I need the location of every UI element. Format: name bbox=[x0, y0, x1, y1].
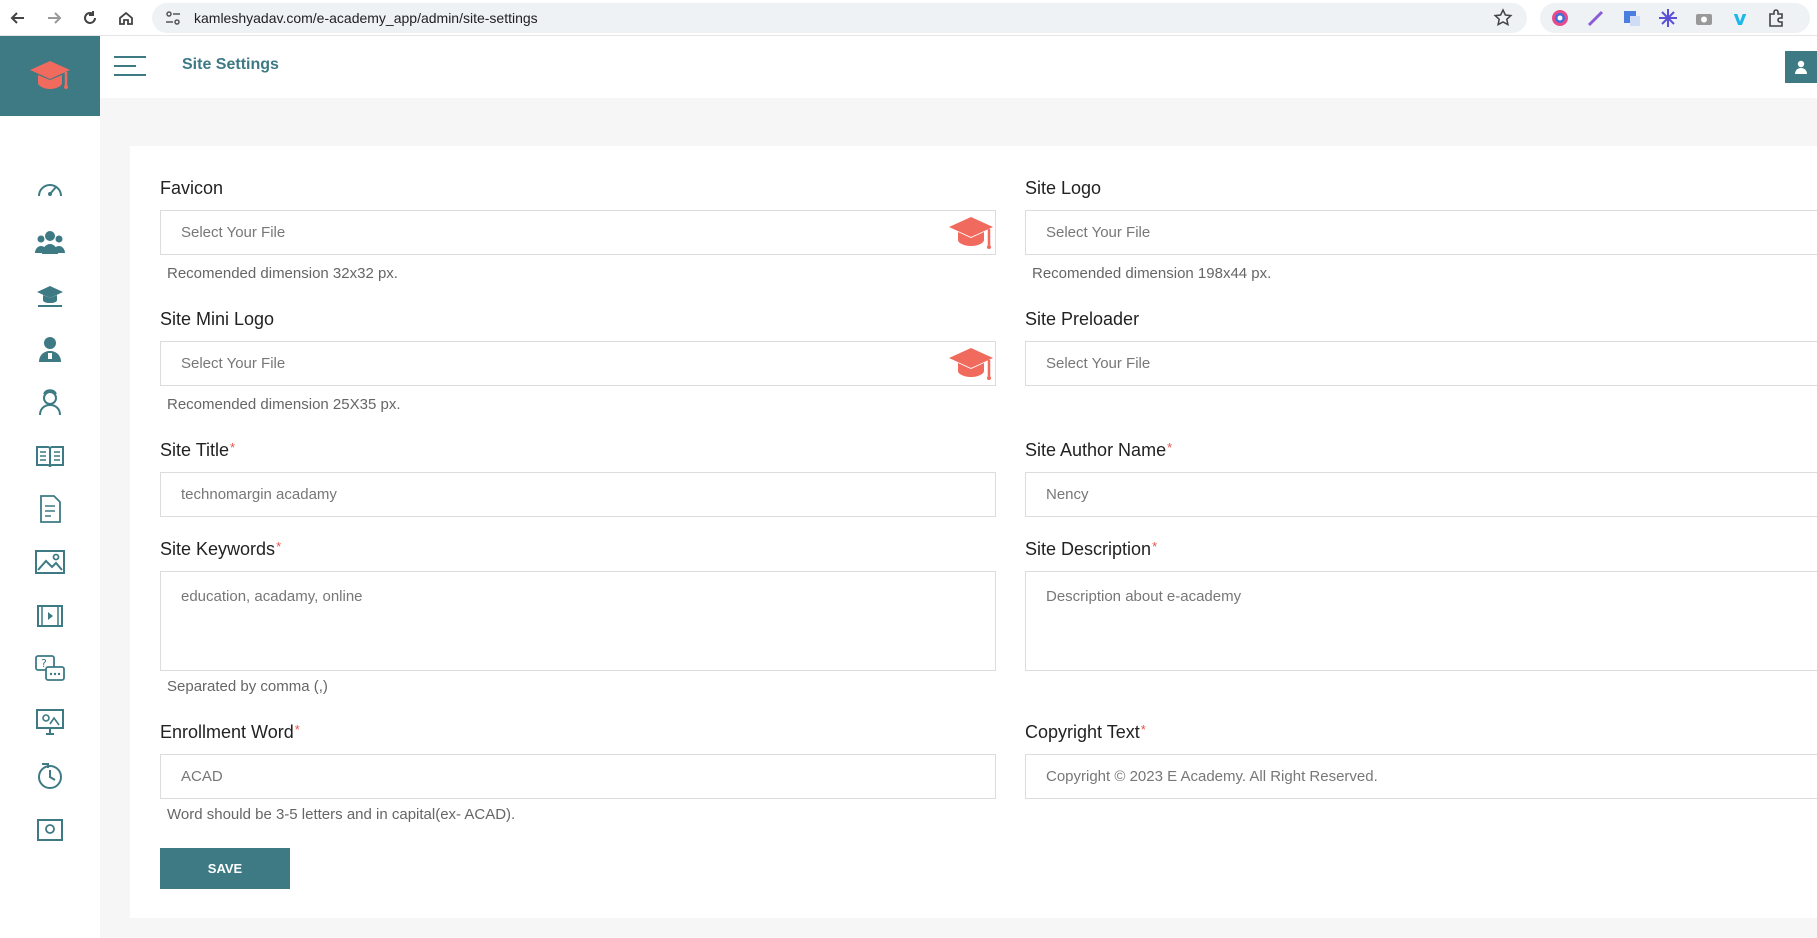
reload-icon[interactable] bbox=[72, 4, 108, 32]
site-preloader-file-input[interactable]: Select Your File bbox=[1025, 341, 1817, 386]
page-title: Site Settings bbox=[182, 56, 279, 73]
site-mini-logo-label: Site Mini Logo bbox=[160, 309, 275, 329]
site-preloader-placeholder: Select Your File bbox=[1046, 355, 1151, 372]
exam-document-icon bbox=[40, 495, 61, 523]
required-marker: * bbox=[1140, 722, 1146, 737]
favicon-placeholder: Select Your File bbox=[181, 224, 286, 241]
settings-cycle-icon bbox=[38, 763, 62, 789]
sidebar: ? bbox=[0, 116, 100, 938]
sidebar-item-gallery[interactable] bbox=[30, 542, 70, 582]
sparkle-extension-icon[interactable] bbox=[1656, 6, 1680, 30]
live-class-icon bbox=[36, 709, 64, 735]
video-icon bbox=[37, 605, 63, 627]
gallery-image-icon bbox=[35, 550, 65, 574]
browser-toolbar: kamleshyadav.com/e-academy_app/admin/sit… bbox=[0, 0, 1817, 36]
mini-logo-preview-cap-icon bbox=[949, 348, 993, 380]
sidebar-item-live-class[interactable] bbox=[30, 702, 70, 742]
camera-extension-icon[interactable] bbox=[1692, 6, 1716, 30]
sidebar-item-settings[interactable] bbox=[30, 756, 70, 796]
translate-extension-icon[interactable] bbox=[1620, 6, 1644, 30]
teacher-icon bbox=[39, 337, 61, 362]
copyright-label: Copyright Text* bbox=[1025, 722, 1146, 742]
certificate-icon bbox=[37, 819, 63, 841]
forward-icon[interactable] bbox=[36, 4, 72, 32]
site-mini-logo-placeholder: Select Your File bbox=[181, 355, 286, 372]
student-icon bbox=[39, 389, 61, 416]
back-icon[interactable] bbox=[0, 4, 36, 32]
sidebar-item-videos[interactable] bbox=[30, 596, 70, 636]
copyright-input[interactable]: Copyright © 2023 E Academy. All Right Re… bbox=[1025, 754, 1817, 799]
site-logo-file-input[interactable]: Select Your File bbox=[1025, 210, 1817, 255]
required-marker: * bbox=[1167, 440, 1173, 455]
save-button[interactable]: SAVE bbox=[160, 848, 290, 889]
extensions-tray: v bbox=[1540, 3, 1810, 33]
enrollment-word-value: ACAD bbox=[181, 768, 223, 785]
url-text: kamleshyadav.com/e-academy_app/admin/sit… bbox=[194, 10, 538, 26]
site-mini-logo-hint: Recomended dimension 25X35 px. bbox=[167, 396, 401, 413]
sidebar-item-dashboard[interactable] bbox=[30, 170, 70, 210]
enrollment-word-hint: Word should be 3-5 letters and in capita… bbox=[167, 806, 516, 823]
site-title-label: Site Title* bbox=[160, 440, 236, 460]
site-logo-label: Site Logo bbox=[1025, 178, 1102, 198]
question-chat-icon: ? bbox=[35, 655, 65, 681]
book-icon bbox=[36, 446, 64, 468]
users-group-icon bbox=[35, 231, 65, 254]
required-marker: * bbox=[230, 440, 236, 455]
favicon-label: Favicon bbox=[160, 178, 224, 198]
svg-text:?: ? bbox=[41, 657, 47, 670]
site-settings-form: Favicon Select Your File Recomended dime… bbox=[130, 146, 1817, 918]
site-logo-placeholder: Select Your File bbox=[1046, 224, 1151, 241]
address-bar[interactable]: kamleshyadav.com/e-academy_app/admin/sit… bbox=[152, 3, 1527, 33]
site-info-icon[interactable] bbox=[164, 9, 182, 27]
sidebar-item-exams[interactable] bbox=[30, 489, 70, 529]
sidebar-item-certificates[interactable] bbox=[30, 810, 70, 850]
courses-cap-icon bbox=[37, 286, 63, 307]
site-author-label: Site Author Name* bbox=[1025, 440, 1173, 460]
puzzle-extensions-icon[interactable] bbox=[1764, 6, 1788, 30]
required-marker: * bbox=[1152, 539, 1158, 554]
dashboard-gauge-icon bbox=[38, 184, 62, 197]
site-title-value: technomargin acadamy bbox=[181, 486, 337, 503]
favicon-hint: Recomended dimension 32x32 px. bbox=[167, 265, 398, 282]
required-marker: * bbox=[276, 539, 282, 554]
graduation-cap-logo-icon bbox=[30, 61, 70, 89]
site-keywords-label: Site Keywords* bbox=[160, 539, 282, 559]
site-logo-hint: Recomended dimension 198x44 px. bbox=[1032, 265, 1272, 282]
sidebar-item-courses[interactable] bbox=[30, 276, 70, 316]
site-author-input[interactable]: Nency bbox=[1025, 472, 1817, 517]
vimeo-extension-icon[interactable]: v bbox=[1728, 6, 1752, 30]
pen-extension-icon[interactable] bbox=[1584, 6, 1608, 30]
app-logo[interactable] bbox=[0, 36, 100, 116]
site-keywords-textarea[interactable]: education, acadamy, online bbox=[160, 571, 996, 671]
sidebar-item-teachers[interactable] bbox=[30, 329, 70, 369]
user-icon bbox=[1795, 60, 1807, 74]
site-keywords-value: education, acadamy, online bbox=[181, 588, 363, 605]
site-preloader-label: Site Preloader bbox=[1025, 309, 1140, 329]
color-picker-extension-icon[interactable] bbox=[1548, 6, 1572, 30]
site-keywords-hint: Separated by comma (,) bbox=[167, 678, 328, 695]
site-description-textarea[interactable]: Description about e-academy bbox=[1025, 571, 1817, 671]
sidebar-item-students[interactable] bbox=[30, 382, 70, 422]
bookmark-star-icon[interactable] bbox=[1493, 8, 1513, 28]
sidebar-item-library[interactable] bbox=[30, 436, 70, 476]
favicon-file-input[interactable]: Select Your File bbox=[160, 210, 996, 255]
user-profile-button[interactable] bbox=[1785, 51, 1817, 83]
home-icon[interactable] bbox=[108, 4, 144, 32]
enrollment-word-label: Enrollment Word* bbox=[160, 722, 300, 742]
copyright-value: Copyright © 2023 E Academy. All Right Re… bbox=[1046, 768, 1378, 785]
sidebar-item-users[interactable] bbox=[30, 222, 70, 262]
site-description-label: Site Description* bbox=[1025, 539, 1158, 559]
favicon-preview-cap-icon bbox=[949, 217, 993, 249]
site-mini-logo-file-input[interactable]: Select Your File bbox=[160, 341, 996, 386]
enrollment-word-input[interactable]: ACAD bbox=[160, 754, 996, 799]
sidebar-item-questions[interactable]: ? bbox=[30, 649, 70, 689]
top-header: Site Settings bbox=[100, 36, 1817, 98]
required-marker: * bbox=[294, 722, 300, 737]
site-author-value: Nency bbox=[1046, 486, 1089, 503]
site-title-input[interactable]: technomargin acadamy bbox=[160, 472, 996, 517]
site-description-value: Description about e-academy bbox=[1046, 588, 1242, 605]
menu-toggle-icon[interactable] bbox=[114, 56, 146, 78]
